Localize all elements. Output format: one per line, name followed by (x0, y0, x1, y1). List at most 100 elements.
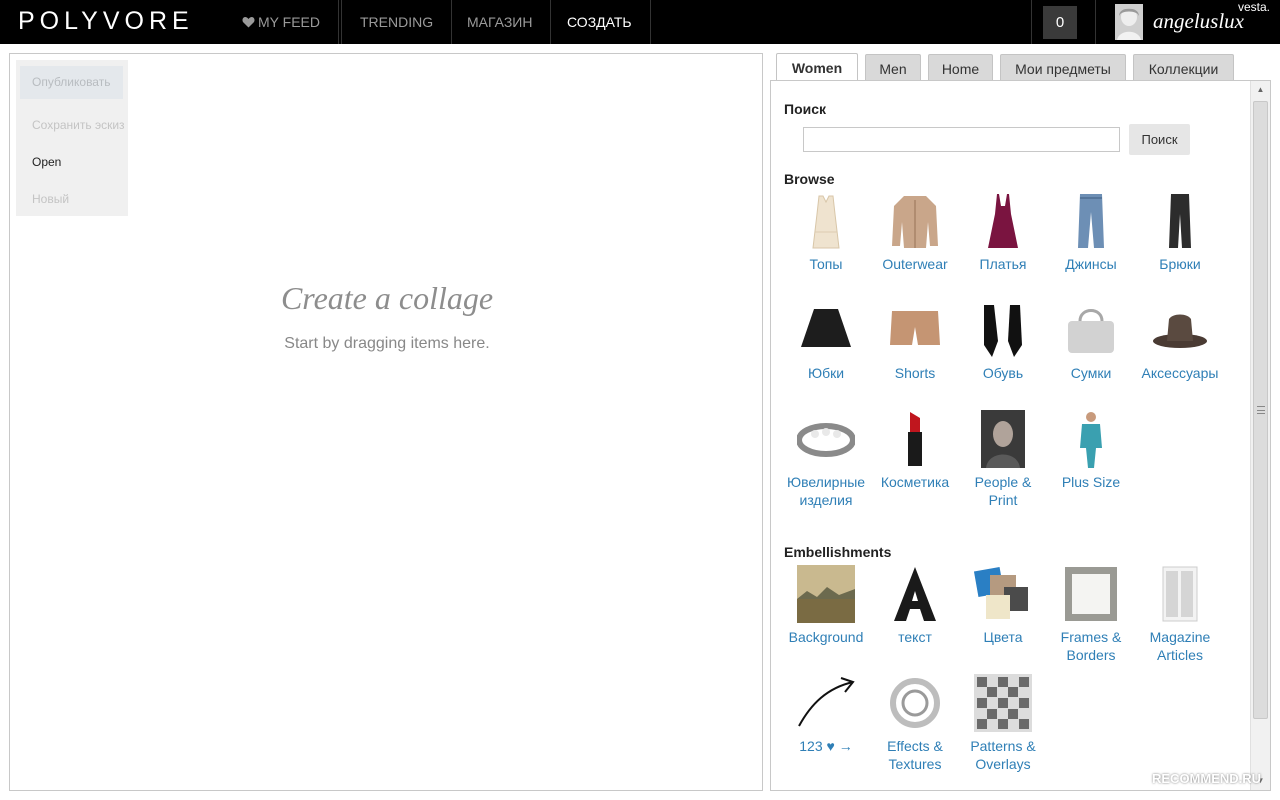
tab-home[interactable]: Home (928, 54, 993, 82)
publish-button[interactable]: Опубликовать (20, 66, 123, 99)
tab-collections[interactable]: Коллекции (1133, 54, 1234, 82)
skirt-icon (801, 309, 851, 347)
letter-a-icon (894, 567, 936, 621)
browse-category-jeans[interactable]: Джинсы (1047, 192, 1135, 273)
magazine-icon (1162, 566, 1198, 622)
collage-canvas[interactable]: Опубликовать Сохранить эскиз Open Новый … (9, 53, 763, 791)
search-input[interactable] (803, 127, 1120, 152)
browse-category-label: Платья (979, 256, 1027, 272)
recommend-watermark: RECOMMEND.RU (1132, 766, 1277, 792)
browse-category-shorts[interactable]: Shorts (871, 301, 959, 382)
browse-category-label: Shorts (894, 365, 936, 381)
scroll-thumb[interactable] (1253, 101, 1268, 719)
embellishment-background[interactable]: Background (782, 565, 870, 646)
nav-my-feed-label: MY FEED (258, 14, 320, 30)
file-menu: Опубликовать Сохранить эскиз Open Новый (16, 60, 128, 216)
tab-my-items[interactable]: Мои предметы (1000, 54, 1126, 82)
browse-category-skirts[interactable]: Юбки (782, 301, 870, 382)
embellishments-heading: Embellishments (784, 544, 892, 560)
avatar[interactable] (1115, 4, 1143, 40)
browse-category-label: Косметика (880, 474, 950, 490)
portrait-icon (981, 410, 1025, 468)
embellishment-frames-borders[interactable]: Frames & Borders (1047, 565, 1135, 664)
nav-my-feed[interactable]: MY FEED (224, 0, 339, 44)
browse-category-shoes[interactable]: Обувь (959, 301, 1047, 382)
browse-category-accessories[interactable]: Аксессуары (1136, 301, 1224, 382)
tab-women[interactable]: Women (776, 53, 858, 83)
embellishment-effects-textures[interactable]: Effects & Textures (871, 674, 959, 773)
landscape-icon (797, 565, 855, 623)
canvas-title: Create a collage (280, 280, 494, 316)
jeans-icon (1078, 194, 1104, 248)
shoes-icon (984, 305, 1022, 357)
scroll-up-arrow-icon[interactable]: ▲ (1251, 81, 1270, 99)
browse-category-bags[interactable]: Сумки (1047, 301, 1135, 382)
embellishment-label: Patterns & Overlays (970, 738, 1036, 772)
browse-heading: Browse (784, 171, 835, 187)
pattern-icon (974, 674, 1032, 732)
embellishment-colors[interactable]: Цвета (959, 565, 1047, 646)
watermark-text: RECOMMEND.RU (1152, 771, 1262, 786)
top-icon (812, 195, 840, 249)
browse-category-label: People & Print (974, 474, 1032, 508)
browse-category-pants[interactable]: Брюки (1136, 192, 1224, 273)
canvas-subtitle: Start by dragging items here. (284, 335, 490, 352)
pants-icon (1169, 194, 1191, 248)
browse-category-jewelry[interactable]: Ювелирные изделия (782, 410, 870, 509)
browse-category-label: Ювелирные изделия (786, 474, 866, 508)
nav-shop[interactable]: МАГАЗИН (449, 0, 552, 44)
browse-category-people-print[interactable]: People & Print (959, 410, 1047, 509)
embellishment-label: 123 ♥ → (799, 738, 853, 754)
embellishment-magazine-articles[interactable]: Magazine Articles (1136, 565, 1224, 664)
watermark-logo-icon (1134, 772, 1148, 786)
shorts-icon (890, 311, 940, 345)
bag-icon (1068, 309, 1114, 353)
embellishment-label: Frames & Borders (1060, 629, 1122, 663)
notifications-counter[interactable]: 0 (1043, 6, 1077, 39)
texture-icon (890, 678, 940, 728)
embellishment-label: Magazine Articles (1149, 629, 1211, 663)
browse-category-dresses[interactable]: Платья (959, 192, 1047, 273)
browse-category-label: Юбки (807, 365, 845, 381)
lipstick-icon (908, 412, 922, 466)
browse-category-label: Топы (809, 256, 843, 272)
browse-category-label: Сумки (1070, 365, 1112, 381)
new-menu-item[interactable]: Новый (16, 192, 128, 206)
search-heading: Поиск (784, 101, 827, 117)
browse-category-cosmetics[interactable]: Косметика (871, 410, 959, 491)
browse-category-label: Outerwear (882, 256, 948, 272)
top-navbar: POLYVORE MY FEED TRENDING МАГАЗИН СОЗДАТ… (0, 0, 1280, 44)
hat-icon (1153, 314, 1207, 348)
browse-category-label: Джинсы (1065, 256, 1117, 272)
bracelet-icon (797, 423, 855, 457)
search-button[interactable]: Поиск (1129, 124, 1190, 155)
polyvore-logo[interactable]: POLYVORE (18, 7, 194, 36)
swimsuit-icon (1080, 412, 1102, 468)
embellishment-text[interactable]: текст (871, 565, 959, 646)
browse-category-plus-size[interactable]: Plus Size (1047, 410, 1135, 491)
embellishment-patterns-overlays[interactable]: Patterns & Overlays (959, 674, 1047, 773)
heart-icon (242, 17, 255, 28)
dress-icon (988, 194, 1018, 248)
open-menu-item[interactable]: Open (16, 155, 128, 169)
browse-category-outerwear[interactable]: Outerwear (871, 192, 959, 273)
save-draft-menu-item[interactable]: Сохранить эскиз (16, 118, 128, 132)
arrow-icon (798, 677, 855, 727)
browse-category-tops[interactable]: Топы (782, 192, 870, 273)
scroll-grip-icon (1257, 406, 1265, 414)
embellishment-label: текст (898, 629, 932, 645)
avatar-portrait-icon (1115, 4, 1143, 40)
browse-category-label: Plus Size (1061, 474, 1121, 490)
embellishment-symbols[interactable]: 123 ♥ → (782, 674, 870, 755)
swatches-icon (974, 566, 1028, 619)
username[interactable]: angeluslux (1153, 9, 1244, 34)
browse-category-label: Обувь (982, 365, 1024, 381)
embellishment-label: Effects & Textures (887, 738, 943, 772)
embellishment-label: Background (788, 629, 864, 645)
browse-category-label: Брюки (1159, 256, 1201, 272)
nav-create[interactable]: СОЗДАТЬ (549, 0, 651, 44)
nav-trending[interactable]: TRENDING (342, 0, 453, 44)
jacket-icon (892, 196, 938, 248)
tab-men[interactable]: Men (865, 54, 921, 82)
panel-scrollbar[interactable]: ▲ ▼ (1250, 81, 1270, 790)
